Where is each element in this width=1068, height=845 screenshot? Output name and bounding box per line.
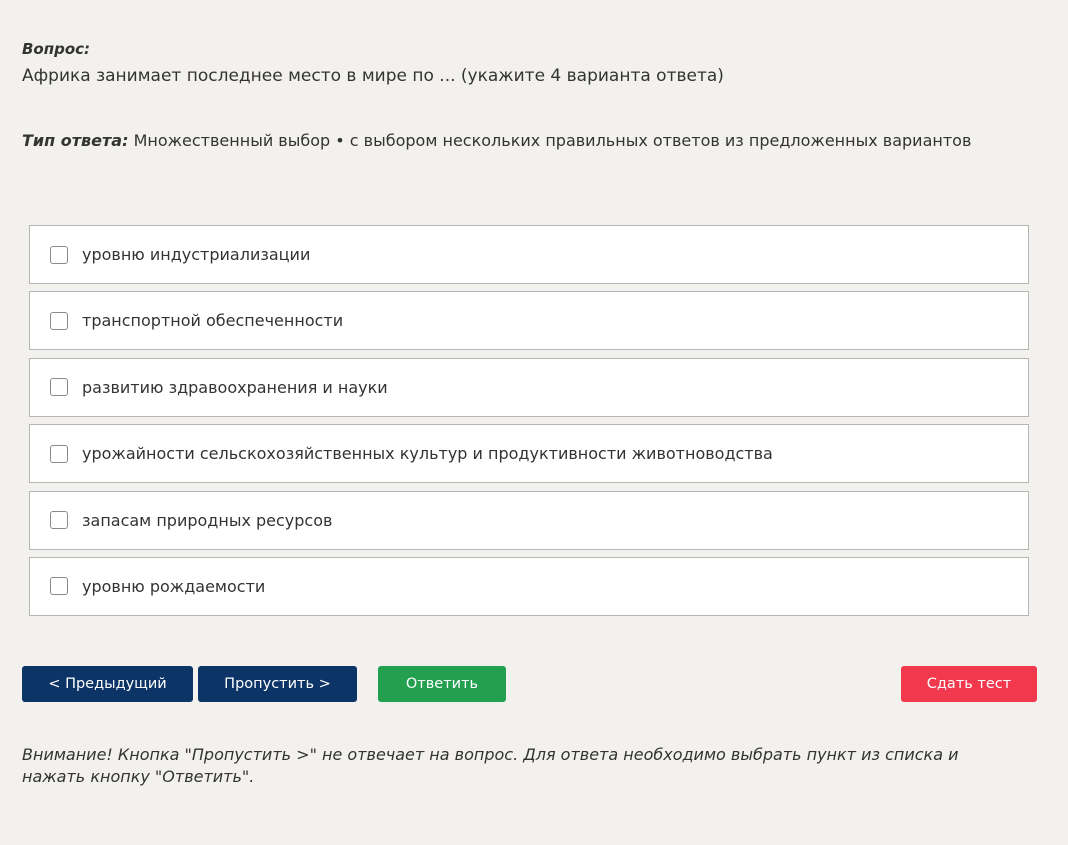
option-checkbox[interactable] [50, 311, 68, 330]
option-label: запасам природных ресурсов [82, 510, 333, 530]
answer-type-value: Множественный выбор • с выбором нескольк… [133, 131, 972, 150]
answer-options-list: уровню индустриализации транспортной обе… [29, 225, 1029, 623]
answer-type-line: Тип ответа: Множественный выбор • с выбо… [22, 131, 971, 150]
option-label: развитию здравоохранения и науки [82, 377, 388, 397]
answer-option[interactable]: запасам природных ресурсов [29, 490, 1029, 550]
option-checkbox[interactable] [50, 444, 68, 463]
answer-type-label: Тип ответа: [22, 131, 129, 150]
finish-test-button[interactable]: Сдать тест [901, 666, 1037, 702]
option-checkbox[interactable] [50, 245, 68, 264]
option-label: транспортной обеспеченности [82, 311, 344, 331]
question-text: Африка занимает последнее место в мире п… [22, 66, 724, 86]
answer-option[interactable]: урожайности сельскохозяйственных культур… [29, 424, 1029, 484]
answer-option[interactable]: уровню индустриализации [29, 225, 1029, 284]
option-checkbox[interactable] [50, 511, 68, 530]
skip-warning-notice: Внимание! Кнопка "Пропустить >" не отвеч… [22, 745, 959, 786]
question-label: Вопрос: [22, 40, 91, 58]
option-checkbox[interactable] [50, 577, 68, 596]
previous-button[interactable]: < Предыдущий [22, 666, 193, 702]
option-label: уровню индустриализации [82, 245, 311, 264]
skip-button[interactable]: Пропустить > [198, 666, 357, 702]
test-page: Вопрос: Африка занимает последнее место … [0, 0, 1068, 845]
option-label: уровню рождаемости [82, 576, 266, 596]
answer-button[interactable]: Ответить [378, 666, 506, 702]
option-checkbox[interactable] [50, 378, 68, 397]
answer-option[interactable]: транспортной обеспеченности [29, 291, 1029, 351]
answer-option[interactable]: развитию здравоохранения и науки [29, 357, 1029, 417]
answer-option[interactable]: уровню рождаемости [29, 556, 1029, 616]
option-label: урожайности сельскохозяйственных культур… [82, 444, 773, 464]
